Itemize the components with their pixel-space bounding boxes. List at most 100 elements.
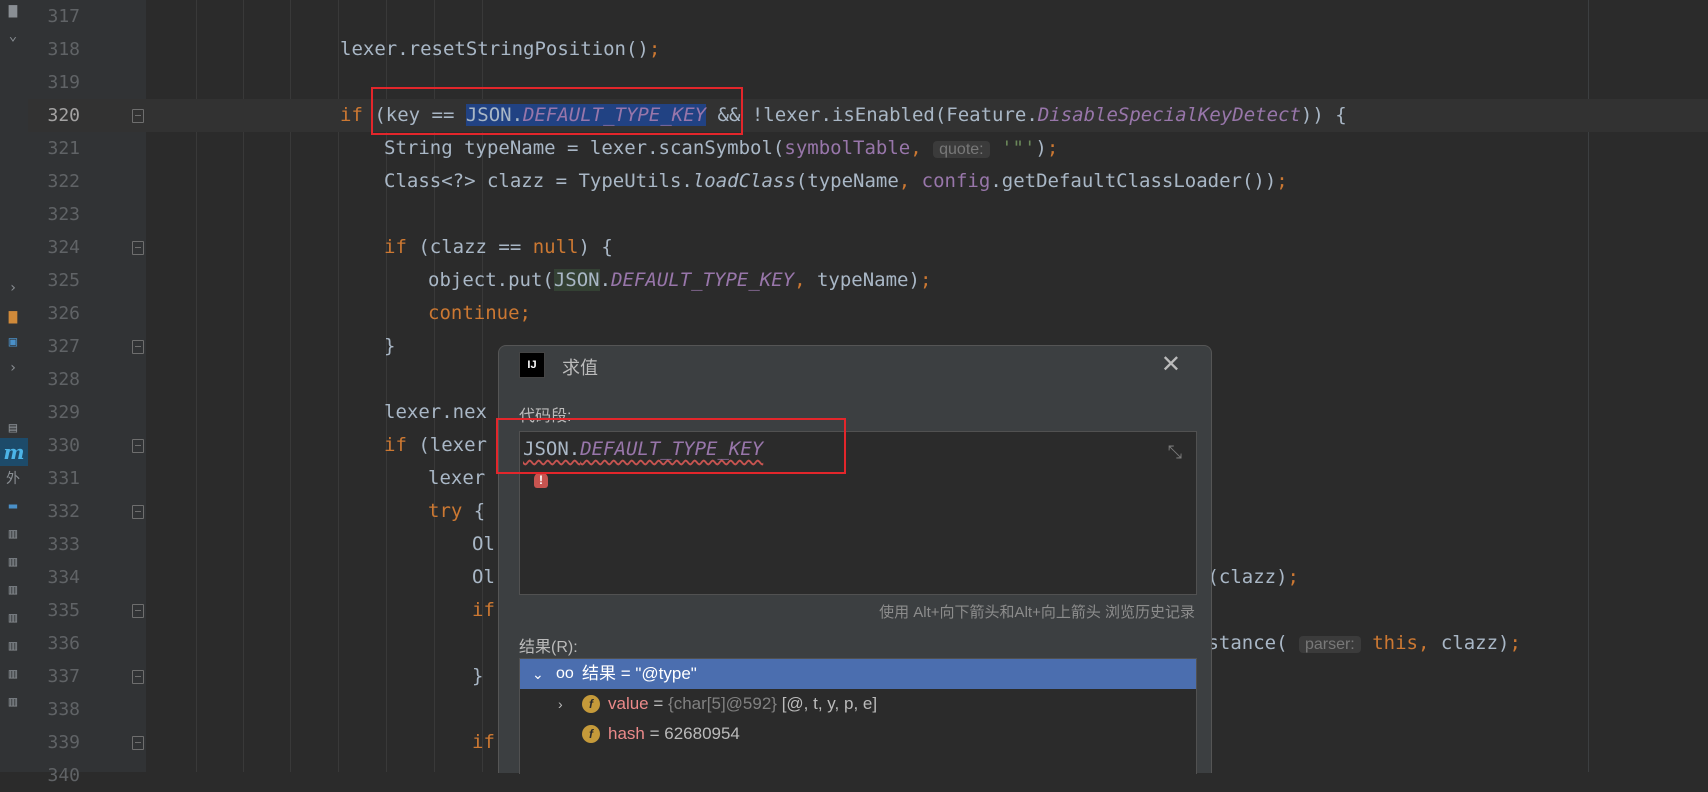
code-text-right: nstance( parser: this, clazz);: [1196, 632, 1521, 654]
tree-row[interactable]: › f value = {char[5]@592} [@, t, y, p, e…: [520, 689, 1196, 719]
tree-row[interactable]: f hash = 62680954: [520, 719, 1196, 749]
line-number: 334: [47, 567, 80, 588]
result-tree[interactable]: ⌄ oo 结果 = "@type" › f value = {char[5]@5…: [519, 658, 1197, 774]
fold-marker-icon[interactable]: [132, 604, 144, 618]
library-icon-1[interactable]: ▬: [2, 496, 24, 516]
line-number: 322: [47, 171, 80, 192]
code-line[interactable]: 317: [28, 0, 1708, 33]
fold-marker-icon[interactable]: [132, 670, 144, 684]
error-bulb-icon[interactable]: !: [534, 472, 548, 488]
line-number: 317: [47, 6, 80, 27]
package-icon[interactable]: ▣: [2, 332, 24, 352]
result-root-row[interactable]: ⌄ oo 结果 = "@type": [520, 659, 1196, 689]
line-number: 320: [47, 105, 80, 126]
annotation-highlight-box: [371, 87, 743, 135]
code-text: lexer.nex: [384, 401, 487, 423]
fold-marker-icon[interactable]: [132, 736, 144, 750]
line-number: 327: [47, 336, 80, 357]
line-number: 335: [47, 600, 80, 621]
code-text: if: [472, 731, 495, 753]
line-number: 331: [47, 468, 80, 489]
chevron-right-icon[interactable]: ›: [2, 278, 24, 298]
library-icon-4[interactable]: ▥: [2, 580, 24, 600]
line-number: 332: [47, 501, 80, 522]
code-line[interactable]: 324 if (clazz == null) {: [28, 231, 1708, 264]
external-libs-label[interactable]: 外: [2, 468, 24, 488]
code-text: lexer.resetStringPosition();: [340, 38, 661, 60]
line-number: 318: [47, 39, 80, 60]
line-number: 338: [47, 699, 80, 720]
field-value: [@, t, y, p, e]: [781, 694, 878, 713]
result-label: 结果(R):: [519, 639, 578, 656]
left-tool-strip: ▆ ⌄ › ▆ ▣ › ▤ m 外 ▬ ▥ ▥ ▥ ▥ ▥ ▥ ▥: [0, 0, 29, 772]
fold-marker-icon[interactable]: [132, 505, 144, 519]
evaluate-dialog: IJ 求值 ✕ 代码段: JSON.DEFAULT_TYPE_KEY ! ⤡ 使…: [498, 345, 1212, 774]
field-name: hash: [608, 724, 645, 743]
code-line[interactable]: 326 continue;: [28, 297, 1708, 330]
dialog-title: 求值: [562, 358, 598, 378]
code-text: }: [472, 665, 484, 687]
code-line[interactable]: 319: [28, 66, 1708, 99]
line-number: 321: [47, 138, 80, 159]
code-text: Class<?> clazz = TypeUtils.loadClass(typ…: [384, 170, 1288, 192]
line-number: 336: [47, 633, 80, 654]
code-line[interactable]: 325 object.put(JSON.DEFAULT_TYPE_KEY, ty…: [28, 264, 1708, 297]
result-root-text: 结果 = "@type": [582, 664, 697, 683]
code-text: if (clazz == null) {: [384, 236, 613, 258]
library-icon-6[interactable]: ▥: [2, 636, 24, 656]
code-text: continue;: [428, 302, 531, 324]
line-number: 330: [47, 435, 80, 456]
param-hint-quote: quote:: [933, 141, 990, 158]
field-name: value: [608, 694, 649, 713]
fold-marker-icon[interactable]: [132, 109, 144, 123]
fold-marker-icon[interactable]: [132, 241, 144, 255]
code-text: }: [384, 335, 396, 357]
code-line[interactable]: 322 Class<?> clazz = TypeUtils.loadClass…: [28, 165, 1708, 198]
folder-icon[interactable]: ▆: [2, 0, 24, 20]
line-number: 337: [47, 666, 80, 687]
line-number: 325: [47, 270, 80, 291]
field-icon: f: [582, 695, 600, 713]
watch-glasses-icon: oo: [556, 665, 574, 682]
chevron-down-icon[interactable]: ⌄: [2, 26, 24, 46]
code-line[interactable]: 323: [28, 198, 1708, 231]
history-hint: 使用 Alt+向下箭头和Alt+向上箭头 浏览历史记录: [879, 604, 1195, 621]
line-number: 326: [47, 303, 80, 324]
chevron-right-icon[interactable]: ›: [558, 689, 563, 719]
fold-marker-icon[interactable]: [132, 439, 144, 453]
line-number: 339: [47, 732, 80, 753]
code-text: try {: [428, 500, 486, 522]
code-line[interactable]: 321 String typeName = lexer.scanSymbol(s…: [28, 132, 1708, 165]
library-icon-7[interactable]: ▥: [2, 664, 24, 684]
code-line[interactable]: 318 lexer.resetStringPosition();: [28, 33, 1708, 66]
library-icon-8[interactable]: ▥: [2, 692, 24, 712]
field-type: {char[5]@592}: [668, 694, 777, 713]
field-value: 62680954: [664, 724, 740, 743]
code-text: String typeName = lexer.scanSymbol(symbo…: [384, 137, 1059, 159]
intellij-logo-icon: IJ: [517, 350, 545, 378]
line-number: 340: [47, 765, 80, 786]
collapse-icon[interactable]: ⤡: [1168, 442, 1182, 463]
line-number: 329: [47, 402, 80, 423]
fold-marker-icon[interactable]: [132, 340, 144, 354]
code-text: Ol: [472, 566, 495, 588]
close-icon[interactable]: ✕: [1161, 350, 1181, 379]
maven-m-icon[interactable]: m: [0, 438, 28, 466]
line-number: 333: [47, 534, 80, 555]
library-icon-5[interactable]: ▥: [2, 608, 24, 628]
code-text: if (lexer: [384, 434, 487, 456]
line-number: 323: [47, 204, 80, 225]
chevron-right-icon-2[interactable]: ›: [2, 358, 24, 378]
library-icon-3[interactable]: ▥: [2, 552, 24, 572]
code-line-current[interactable]: 320 if (key == JSON.DEFAULT_TYPE_KEY && …: [28, 99, 1708, 132]
folder-orange-icon[interactable]: ▆: [2, 306, 24, 326]
module-icon[interactable]: ▤: [2, 418, 24, 438]
line-number: 319: [47, 72, 80, 93]
code-text: object.put(JSON.DEFAULT_TYPE_KEY, typeNa…: [428, 269, 932, 291]
line-number: 328: [47, 369, 80, 390]
chevron-down-icon[interactable]: ⌄: [532, 659, 544, 689]
library-icon-2[interactable]: ▥: [2, 524, 24, 544]
param-hint-parser: parser:: [1298, 636, 1361, 653]
code-text: lexer: [428, 467, 486, 489]
annotation-highlight-box-dialog: [496, 418, 846, 474]
